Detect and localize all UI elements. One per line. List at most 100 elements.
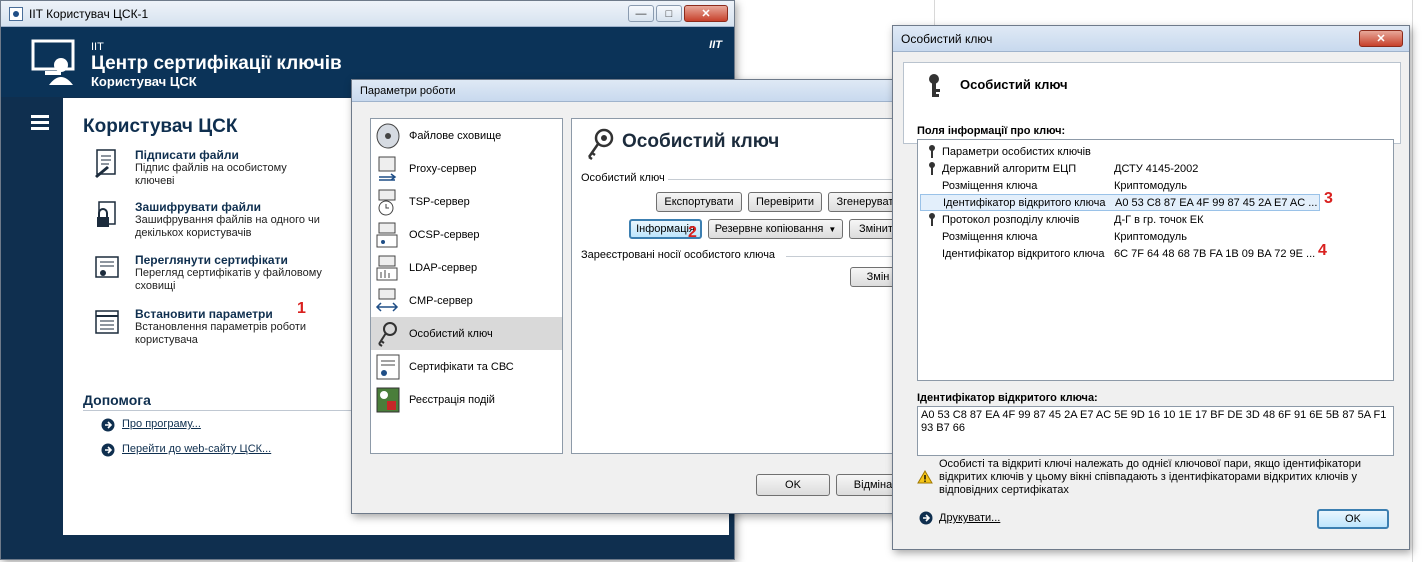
action-view-certificates[interactable]: Переглянути сертифікати Перегляд сертифі… (93, 253, 353, 293)
field-name: Протокол розподілу ключів (942, 213, 1080, 226)
group-label-media: Зареєстровані носії особистого ключа (581, 249, 776, 261)
chevron-down-icon: ▼ (828, 224, 837, 234)
field-name: Розміщення ключа (942, 230, 1038, 243)
group-label-private-key: Особистий ключ (581, 172, 665, 184)
about-link[interactable]: Про програму... (122, 418, 201, 430)
private-key-icon (378, 321, 397, 347)
arrow-right-icon (101, 443, 115, 457)
sign-document-icon (95, 149, 116, 178)
bottom-bar (1, 535, 734, 559)
pubkey-value-box[interactable]: A0 53 C8 87 EA 4F 99 87 45 2A E7 AC 5E 9… (917, 406, 1394, 456)
action-title[interactable]: Підписати файли (135, 148, 239, 162)
nav-item-tsp-server[interactable]: TSP-сервер (371, 185, 562, 218)
nav-label: Сертифікати та СВС (409, 360, 514, 373)
main-titlebar[interactable]: IIT Користувач ЦСК-1 — □ ✕ (1, 1, 734, 27)
action-title[interactable]: Зашифрувати файли (135, 200, 261, 214)
action-encrypt-files[interactable]: Зашифрувати файли Зашифрування файлів на… (93, 200, 353, 240)
action-description: Зашифрування файлів на одного чи декільк… (135, 214, 320, 239)
change-media-button[interactable]: Змін (850, 267, 895, 287)
banner-brand-small: IIT (91, 41, 104, 53)
field-name: Розміщення ключа (942, 179, 1038, 192)
event-log-icon (376, 387, 400, 412)
group-divider (786, 256, 895, 257)
annotation-1: 1 (297, 300, 306, 317)
field-row-selected[interactable]: Ідентифікатор відкритого ключа A0 53 C8 … (920, 194, 1320, 211)
field-row[interactable]: Протокол розподілу ключів Д-Г в гр. точо… (918, 211, 1393, 228)
nav-label: Реєстрація подій (409, 393, 495, 406)
maximize-button[interactable]: □ (656, 5, 682, 22)
user-monitor-icon (31, 39, 75, 85)
nav-item-cmp-server[interactable]: CMP-сервер (371, 284, 562, 317)
nav-item-event-log[interactable]: Реєстрація подій (371, 383, 562, 416)
certificates-crl-icon (376, 354, 400, 379)
action-title[interactable]: Встановити параметри (135, 307, 273, 321)
field-name: Ідентифікатор відкритого ключа (942, 247, 1105, 260)
nav-item-proxy-server[interactable]: Proxy-сервер (371, 152, 562, 185)
warning-text: Особисті та відкриті ключі належать до о… (939, 458, 1362, 496)
generate-button[interactable]: Згенерувати (828, 192, 895, 212)
nav-label: TSP-сервер (409, 195, 470, 208)
export-button[interactable]: Експортувати (656, 192, 742, 212)
action-description: Встановлення параметрів роботи користува… (135, 321, 307, 346)
check-button[interactable]: Перевірити (748, 192, 822, 212)
window-title: Особистий ключ (901, 31, 993, 46)
group-divider (668, 179, 895, 180)
menu-icon[interactable] (31, 115, 49, 131)
nav-label: LDAP-сервер (409, 261, 478, 274)
field-name: Державний алгоритм ЕЦП (942, 162, 1077, 175)
action-set-parameters[interactable]: Встановити параметри Встановлення параме… (93, 307, 353, 347)
ldap-server-icon (376, 255, 398, 280)
help-title: Допомога (83, 392, 151, 408)
params-titlebar[interactable]: Параметри роботи (352, 80, 900, 102)
print-link[interactable]: Друкувати... (939, 512, 1000, 524)
change-button[interactable]: Змінити (849, 219, 895, 239)
private-key-icon (587, 128, 614, 161)
field-value: Криптомодуль (1114, 230, 1187, 243)
params-window: Параметри роботи Файлове сховище Proxy-с… (351, 79, 910, 514)
ok-button[interactable]: OK (756, 474, 830, 496)
key-titlebar[interactable]: Особистий ключ ✕ (893, 26, 1409, 52)
field-value: 6C 7F 64 48 68 7B FA 1B 09 BA 72 9E ... (1114, 247, 1316, 260)
annotation-2: 2 (688, 224, 697, 241)
nav-item-certificates-crl[interactable]: Сертифікати та СВС (371, 350, 562, 383)
key-icon (929, 162, 935, 175)
settings-list-icon (95, 310, 119, 334)
encrypt-file-icon (97, 201, 116, 227)
minimize-button[interactable]: — (628, 5, 654, 22)
nav-item-private-key[interactable]: Особистий ключ (371, 317, 562, 350)
key-icon (929, 145, 935, 158)
action-sign-files[interactable]: Підписати файли Підпис файлів на особист… (93, 148, 353, 188)
arrow-right-icon (101, 418, 115, 432)
nav-item-ldap-server[interactable]: LDAP-сервер (371, 251, 562, 284)
backup-dropdown[interactable]: Резервне копіювання ▼ (708, 219, 843, 239)
nav-label: CMP-сервер (409, 294, 473, 307)
fields-list[interactable]: Параметри особистих ключів Державний алг… (917, 139, 1394, 381)
banner-brand-logo: IIT (709, 39, 722, 51)
action-title[interactable]: Переглянути сертифікати (135, 253, 288, 267)
key-icon (929, 213, 935, 226)
field-row[interactable]: Державний алгоритм ЕЦП ДСТУ 4145-2002 (918, 160, 1393, 177)
close-button[interactable]: ✕ (684, 5, 728, 22)
website-link[interactable]: Перейти до web-сайту ЦСК... (122, 443, 271, 455)
annotation-3: 3 (1324, 190, 1333, 207)
field-value: ДСТУ 4145-2002 (1114, 162, 1199, 175)
nav-item-file-storage[interactable]: Файлове сховище (371, 119, 562, 152)
field-row[interactable]: Розміщення ключа Криптомодуль (918, 177, 1393, 194)
file-storage-icon (376, 123, 400, 148)
background-divider (1412, 0, 1413, 562)
nav-label: OCSP-сервер (409, 228, 480, 241)
close-button[interactable]: ✕ (1359, 30, 1403, 47)
ocsp-server-icon (376, 222, 398, 247)
pubkey-label: Ідентифікатор відкритого ключа: (917, 392, 1098, 404)
warning-area: Особисті та відкриті ключі належать до о… (903, 450, 1401, 502)
ok-button[interactable]: OK (1317, 509, 1389, 529)
field-value: A0 53 C8 87 EA 4F 99 87 45 2A E7 AC ... (1115, 196, 1318, 209)
annotation-4: 4 (1318, 242, 1327, 259)
nav-item-ocsp-server[interactable]: OCSP-сервер (371, 218, 562, 251)
arrow-right-icon (919, 511, 933, 525)
backup-dropdown-label: Резервне копіювання (714, 223, 824, 235)
section-title: Користувач ЦСК (83, 116, 238, 137)
banner-title: Центр сертифікації ключів (91, 53, 342, 74)
action-description: Підпис файлів на особистому ключеві (135, 162, 287, 187)
field-row[interactable]: Параметри особистих ключів (918, 143, 1393, 160)
